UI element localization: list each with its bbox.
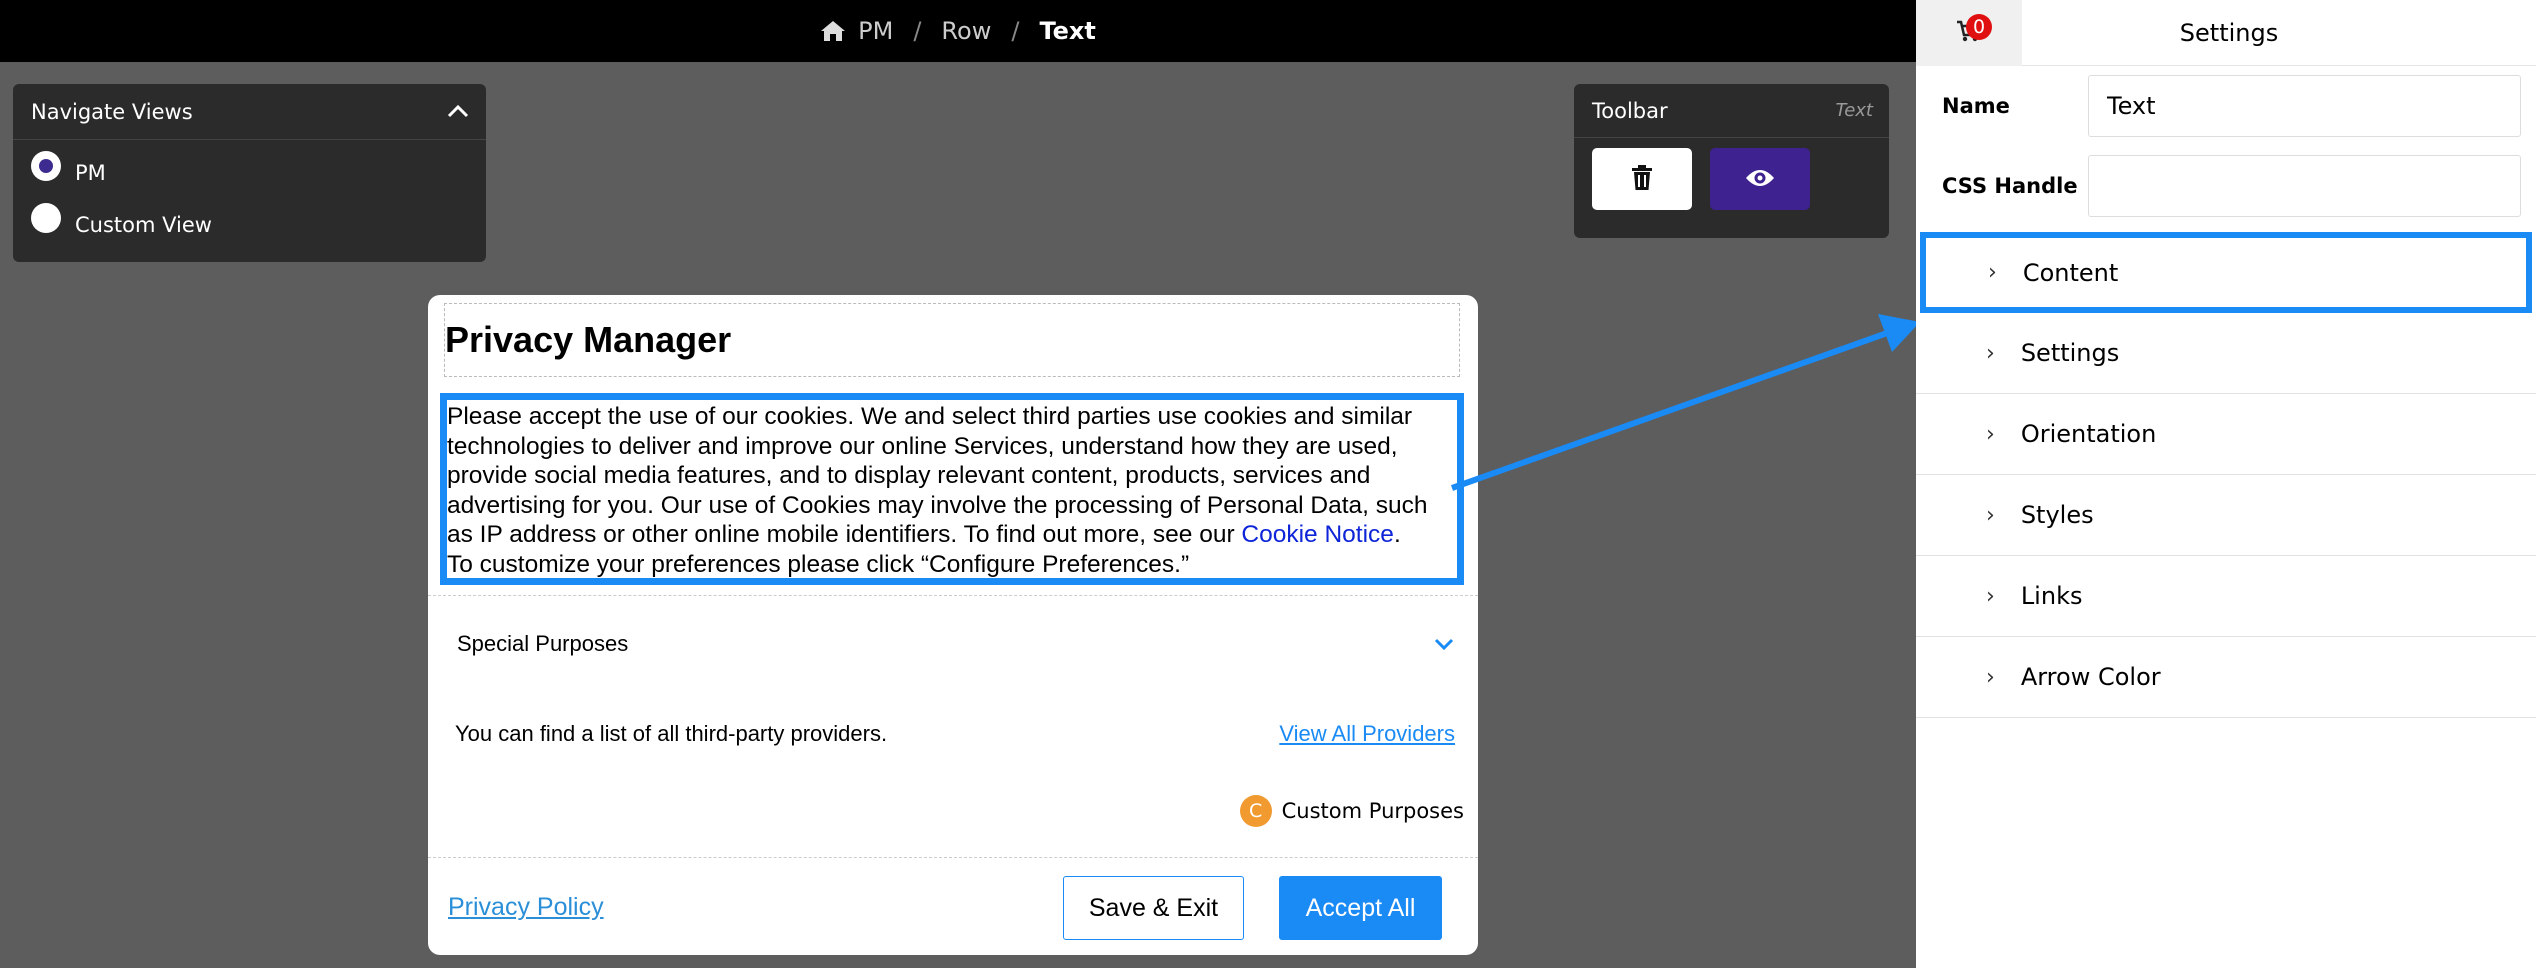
chevron-up-icon[interactable]: [446, 100, 470, 124]
breadcrumb-item-row[interactable]: Row: [941, 17, 991, 45]
view-option-label: Custom View: [75, 213, 212, 237]
settings-heading: Settings: [2179, 18, 2279, 47]
section-arrow-color[interactable]: › Arrow Color: [1916, 637, 2536, 718]
body-text-line2: To customize your preferences please cli…: [447, 550, 1190, 578]
css-handle-field-row: CSS Handle: [1916, 146, 2536, 226]
section-links[interactable]: › Links: [1916, 556, 2536, 637]
privacy-policy-link[interactable]: Privacy Policy: [448, 893, 604, 922]
section-content[interactable]: › Content: [1920, 232, 2532, 313]
css-handle-label: CSS Handle: [1942, 174, 2078, 198]
chevron-right-icon: ›: [1986, 583, 1995, 609]
eye-icon: [1745, 168, 1775, 191]
view-option-pm[interactable]: PM: [13, 140, 486, 192]
section-settings[interactable]: › Settings: [1916, 313, 2536, 394]
section-label: Content: [2022, 258, 2119, 287]
section-label: Orientation: [2020, 420, 2157, 448]
privacy-manager-dialog: Privacy Manager Please accept the use of…: [428, 295, 1478, 955]
selected-text-block[interactable]: Please accept the use of our cookies. We…: [440, 393, 1464, 585]
custom-purposes-label: Custom Purposes: [1281, 799, 1464, 823]
toolbar-panel: Toolbar Text: [1574, 84, 1889, 238]
chevron-right-icon: ›: [1986, 502, 1995, 528]
chevron-right-icon: ›: [1986, 340, 1995, 366]
special-purposes-row[interactable]: Special Purposes: [457, 631, 1455, 657]
name-label: Name: [1942, 94, 2010, 118]
breadcrumb-item-text: Text: [1039, 17, 1096, 45]
providers-text: You can find a list of all third-party p…: [455, 721, 888, 746]
toolbar-element-tag: Text: [1835, 100, 1873, 121]
accept-all-button[interactable]: Accept All: [1279, 876, 1442, 940]
css-handle-input[interactable]: [2088, 155, 2521, 217]
name-field-row: Name: [1916, 66, 2536, 146]
view-option-label: PM: [75, 161, 106, 185]
navigate-views-panel: Navigate Views PM Custom View: [13, 84, 486, 262]
breadcrumb-separator: /: [913, 17, 922, 45]
providers-row: You can find a list of all third-party p…: [455, 721, 1455, 747]
custom-purposes-indicator[interactable]: C Custom Purposes: [1239, 795, 1464, 827]
radio-custom-view[interactable]: [31, 203, 61, 233]
cookie-notice-link[interactable]: Cookie Notice: [1241, 521, 1394, 548]
chevron-down-icon[interactable]: [1433, 631, 1455, 657]
trash-icon: [1631, 164, 1653, 194]
radio-pm[interactable]: [31, 151, 61, 181]
breadcrumb-separator: /: [1011, 17, 1020, 45]
breadcrumb-item-pm[interactable]: PM: [858, 17, 893, 45]
preview-button[interactable]: [1710, 148, 1810, 210]
section-label: Arrow Color: [2020, 663, 2161, 691]
section-label: Links: [2020, 582, 2083, 610]
save-exit-button[interactable]: Save & Exit: [1063, 876, 1244, 940]
custom-badge-icon: C: [1239, 795, 1272, 827]
view-option-custom[interactable]: Custom View: [13, 192, 486, 244]
toolbar-title: Toolbar: [1592, 98, 1668, 123]
section-orientation[interactable]: › Orientation: [1916, 394, 2536, 475]
cart-button[interactable]: 0: [1916, 0, 2022, 66]
navigate-views-title: Navigate Views: [31, 99, 193, 124]
title-block[interactable]: Privacy Manager: [444, 303, 1460, 377]
section-label: Styles: [2020, 501, 2094, 529]
section-label: Settings: [2020, 339, 2120, 367]
divider: [428, 857, 1478, 858]
chevron-right-icon: ›: [1986, 421, 1995, 447]
chevron-right-icon: ›: [1988, 260, 1997, 285]
dialog-title: Privacy Manager: [445, 319, 732, 360]
view-all-providers-link[interactable]: View All Providers: [1279, 721, 1455, 747]
chevron-right-icon: ›: [1986, 664, 1995, 690]
name-input[interactable]: [2088, 75, 2521, 137]
delete-button[interactable]: [1592, 148, 1692, 210]
cart-count-badge: 0: [1966, 13, 1992, 40]
settings-panel: 0 Settings Name CSS Handle › Content › S…: [1916, 0, 2536, 968]
section-styles[interactable]: › Styles: [1916, 475, 2536, 556]
navigate-views-header[interactable]: Navigate Views: [13, 84, 486, 140]
special-purposes-label: Special Purposes: [457, 631, 629, 656]
home-icon[interactable]: [820, 20, 846, 42]
divider: [428, 595, 1478, 596]
body-text-end: .: [1393, 521, 1401, 548]
breadcrumb: PM / Row / Text: [0, 0, 1916, 62]
